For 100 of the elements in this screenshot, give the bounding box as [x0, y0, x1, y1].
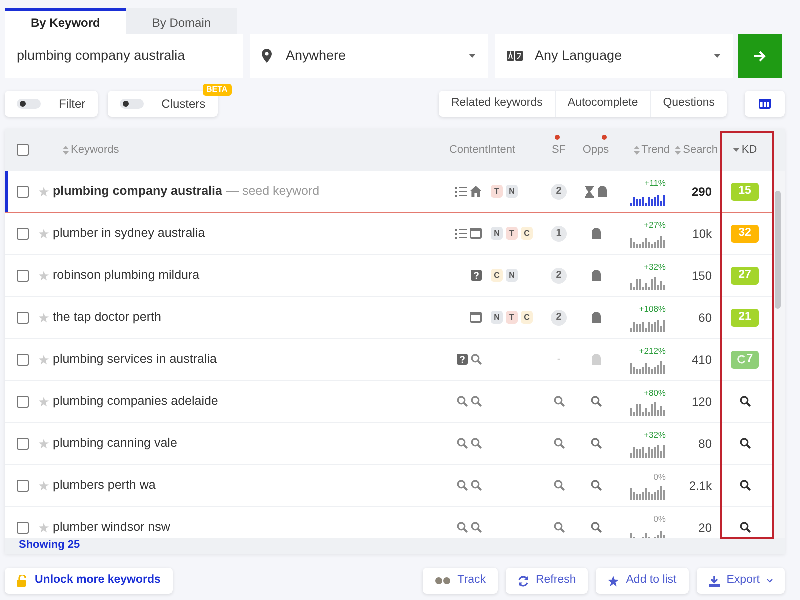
toggle-switch[interactable] [17, 99, 41, 109]
row-checkbox[interactable] [17, 396, 29, 408]
source-tab[interactable]: Related keywords [439, 91, 555, 117]
toggle-switch[interactable] [120, 99, 144, 109]
search-volume: 80 [698, 436, 712, 450]
source-tab[interactable]: Questions [650, 91, 727, 117]
serp-feature-count: 2 [551, 184, 567, 200]
toggle-chip[interactable]: Clusters [108, 91, 218, 117]
intent-tag: C [491, 269, 503, 282]
action-button[interactable]: Refresh [506, 568, 588, 594]
caret-icon [714, 54, 721, 58]
help-icon [457, 354, 468, 365]
trend-percent: +80% [644, 388, 666, 398]
sort-icon [675, 146, 682, 154]
columns-icon [759, 99, 771, 109]
source-tab[interactable]: Autocomplete [554, 91, 650, 117]
unlock-button[interactable]: Unlock more keywords [5, 568, 173, 594]
location-dropdown[interactable]: Anywhere [250, 34, 488, 78]
trend-sparkline [630, 484, 666, 500]
refresh-icon [736, 355, 746, 364]
star-icon[interactable] [39, 354, 49, 364]
star-icon[interactable] [39, 312, 49, 322]
empty-value: - [557, 353, 561, 367]
search-icon [554, 522, 564, 533]
chevron-down-icon [767, 579, 773, 583]
arrow-right-icon [754, 50, 766, 62]
tab[interactable]: By Keyword [5, 8, 126, 34]
row-checkbox[interactable] [17, 438, 29, 450]
download-icon [708, 576, 720, 586]
star-icon[interactable] [39, 522, 49, 532]
search-volume: 20 [698, 520, 712, 534]
search-icon [471, 396, 482, 407]
search-icon [457, 396, 468, 407]
select-all-checkbox[interactable] [17, 144, 29, 156]
intent-tag: T [491, 185, 503, 198]
row-checkbox[interactable] [17, 522, 29, 534]
column-header[interactable]: KD [732, 142, 758, 158]
serp-feature-count: 1 [551, 226, 567, 242]
star-icon[interactable] [39, 396, 49, 406]
serp-feature-count: 2 [551, 268, 567, 284]
padlock-icon [17, 575, 28, 587]
search-volume: 2.1k [689, 478, 712, 492]
window-icon [470, 228, 482, 239]
keyword-text[interactable]: plumbers perth wa [53, 476, 156, 495]
trend-percent: 0% [654, 514, 666, 524]
keyword-text[interactable]: plumbing company australia [53, 182, 222, 201]
row-checkbox[interactable] [17, 312, 29, 324]
keyword-field[interactable]: plumbing company australia [5, 34, 243, 78]
search-volume: 120 [692, 394, 712, 408]
search-icon [457, 438, 468, 449]
difficulty-score: 27 [731, 266, 759, 284]
action-button[interactable]: Track [422, 568, 498, 594]
search-icon [471, 354, 482, 365]
action-button[interactable]: Add to list [596, 568, 689, 594]
columns-button[interactable] [745, 91, 785, 117]
keyword-text[interactable]: robinson plumbing mildura [53, 266, 200, 285]
search-button[interactable] [738, 34, 782, 78]
sort-icon [634, 146, 640, 154]
search-icon [740, 480, 750, 491]
keyword-text[interactable]: plumbing companies adelaide [53, 392, 218, 411]
score-value: 7 [746, 352, 754, 367]
search-volume: 60 [698, 310, 712, 324]
toggle-chip[interactable]: Filter [5, 91, 98, 117]
search-icon [457, 522, 468, 533]
search-icon [471, 480, 482, 491]
keyword-text[interactable]: plumbing services in australia [53, 350, 217, 369]
seed-label: — seed keyword [226, 183, 320, 200]
row-checkbox[interactable] [17, 270, 29, 282]
keyword-text[interactable]: plumber in sydney australia [53, 224, 206, 243]
star-icon[interactable] [39, 270, 49, 280]
keyword-text[interactable]: plumbing canning vale [53, 434, 178, 453]
intent-tag: T [506, 311, 518, 324]
search-volume: 10k [692, 226, 712, 240]
star-icon[interactable] [39, 438, 49, 448]
tab[interactable]: By Domain [126, 8, 238, 34]
star-icon[interactable] [39, 228, 49, 238]
search-icon [457, 480, 468, 491]
keyword-text[interactable]: plumber windsor nsw [53, 518, 170, 537]
pin-icon [262, 49, 272, 63]
row-checkbox[interactable] [17, 228, 29, 240]
trend-percent: +32% [644, 262, 666, 272]
list-icon [455, 186, 467, 197]
row-checkbox[interactable] [17, 186, 29, 198]
intent-tag: N [506, 185, 518, 198]
row-checkbox[interactable] [17, 480, 29, 492]
results-count: Showing 25 [19, 539, 80, 551]
toggle-label: Filter [59, 96, 86, 113]
translate-icon [507, 51, 523, 61]
intent-tag: N [491, 311, 503, 324]
language-dropdown[interactable]: Any Language [495, 34, 733, 78]
keyword-text[interactable]: the tap doctor perth [53, 308, 162, 327]
star-icon[interactable] [39, 186, 49, 196]
row-checkbox[interactable] [17, 354, 29, 366]
action-button[interactable]: Export [696, 568, 785, 594]
star-icon [608, 576, 620, 586]
intent-tag: C [521, 227, 533, 240]
star-icon[interactable] [39, 480, 49, 490]
search-icon [740, 438, 750, 449]
home-icon [470, 186, 482, 197]
trend-sparkline [630, 400, 666, 416]
